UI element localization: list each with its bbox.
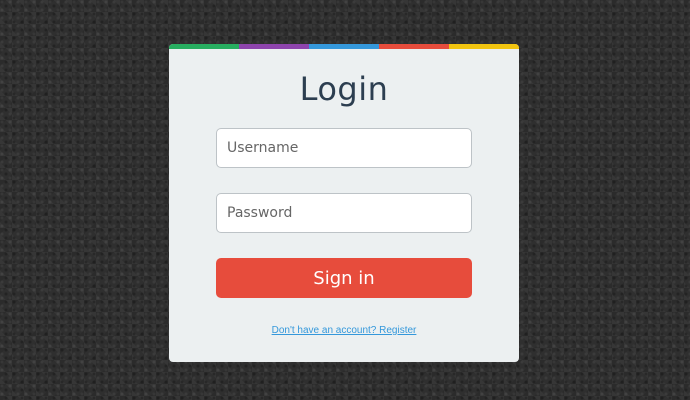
color-stripe — [169, 44, 519, 49]
register-link[interactable]: Don't have an account? Register — [169, 325, 519, 336]
color-stripe-yellow — [449, 44, 519, 49]
color-stripe-purple — [239, 44, 309, 49]
username-input[interactable] — [216, 128, 472, 168]
color-stripe-blue — [309, 44, 379, 49]
color-stripe-red — [379, 44, 449, 49]
sign-in-button[interactable]: Sign in — [216, 258, 472, 298]
color-stripe-green — [169, 44, 239, 49]
password-input[interactable] — [216, 193, 472, 233]
page-title: Login — [299, 70, 389, 108]
login-card: Login Sign in Don't have an account? Reg… — [169, 44, 519, 362]
